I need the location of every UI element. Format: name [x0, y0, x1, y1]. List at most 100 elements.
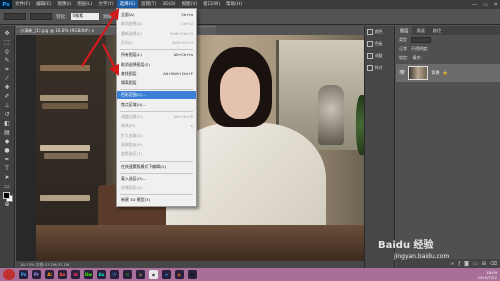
tool-preset-picker[interactable]	[4, 13, 26, 20]
move-tool-icon[interactable]: ✥	[2, 30, 13, 38]
select-menu-item[interactable]: 在快速蒙版模式下编辑(Q)	[117, 163, 196, 171]
taskbar-app-icon[interactable]: An	[58, 270, 67, 279]
menu-item-label: 重新选择(E)	[121, 30, 143, 36]
menu-item-label: 存储选区(V)...	[121, 185, 146, 191]
blend-mode-select[interactable]: 正常	[399, 46, 407, 52]
menu-10[interactable]: 帮助(H)	[223, 0, 245, 9]
taskbar-app-icon[interactable]: Q	[188, 270, 197, 279]
menu-separator	[120, 89, 193, 91]
tab-2[interactable]: 路径	[429, 26, 445, 35]
layers-panel: 图层通道路径 类型 正常 不透明度: 锁定: 填充: 👁 背景 🔒 ∞ ƒ	[396, 26, 500, 268]
taskbar-app-icon[interactable]: ◎	[136, 270, 145, 279]
layers-panel-footer: ∞ ƒ ◙ ▭ ⊞ ⌫	[396, 259, 500, 268]
panel-shortcut[interactable]: 样式	[365, 62, 394, 74]
marquee-tool-icon[interactable]: ⬚	[2, 39, 13, 47]
menu-0[interactable]: 文件(F)	[12, 0, 33, 9]
photo-canvas[interactable]	[36, 35, 364, 261]
panel-icon	[367, 65, 373, 71]
pen-tool-icon[interactable]: ✒	[2, 156, 13, 164]
quick-select-tool-icon[interactable]: ✎	[2, 57, 13, 65]
tab-1[interactable]: 通道	[412, 26, 428, 35]
menu-item-label: 取消选择图层(S)	[121, 61, 150, 67]
baidu-jingyan-logo: Baidu 经验	[378, 240, 434, 251]
oil-lamp	[318, 85, 344, 145]
brush-tool-icon[interactable]: ✐	[2, 93, 13, 101]
feather-input[interactable]: 0像素	[70, 13, 99, 20]
eraser-tool-icon[interactable]: ◧	[2, 120, 13, 128]
menu-separator	[120, 49, 193, 51]
select-menu-item[interactable]: 所有图层(L) Alt+Ctrl+A	[117, 51, 196, 59]
type-tool-icon[interactable]: T	[2, 165, 13, 173]
select-menu-item[interactable]: 全部(A) Ctrl+A	[117, 11, 196, 19]
taskbar-app-icon[interactable]: W	[110, 270, 119, 279]
menu-item-label: 新建 3D 模型(3)	[121, 197, 151, 203]
photoshop-window: Ps 文件(F) 编辑(E) 图像(I) 图层(L) 文字(Y) 选择(S) 滤镜(T) 3D…	[0, 0, 500, 281]
select-menu-item[interactable]: 新建 3D 模型(3)	[117, 196, 196, 204]
menu-2[interactable]: 图像(I)	[54, 0, 74, 9]
kind-select[interactable]	[411, 36, 431, 43]
photoshop-logo[interactable]: Ps	[0, 0, 12, 9]
taskbar-app-icon[interactable]: Pr	[32, 270, 41, 279]
book	[44, 153, 88, 159]
zoom-tool-icon[interactable]: ⊕	[2, 201, 13, 209]
menu-9[interactable]: 窗口(W)	[200, 0, 223, 9]
feather-label: 羽化:	[56, 14, 67, 20]
minimize-button[interactable]: —	[472, 2, 477, 8]
book	[40, 195, 90, 201]
healing-tool-icon[interactable]: ✚	[2, 84, 13, 92]
new-layer-icon[interactable]: ⊞	[482, 261, 486, 267]
menu-3[interactable]: 图层(L)	[74, 0, 95, 9]
taskbar-app-icon[interactable]: Dw	[84, 270, 93, 279]
menu-separator	[120, 172, 193, 174]
taskbar-app-icon[interactable]: e	[162, 270, 171, 279]
history-brush-tool-icon[interactable]: ↺	[2, 111, 13, 119]
panel-shortcut[interactable]: 颜色	[365, 26, 394, 38]
select-menu-item[interactable]: 色彩范围(C)...	[117, 91, 196, 100]
select-menu-item[interactable]: 焦点区域(U)...	[117, 101, 196, 109]
select-menu-item: 取消选择(D) Ctrl+D	[117, 20, 196, 28]
menu-1[interactable]: 编辑(E)	[33, 0, 54, 9]
eye-icon[interactable]: 👁	[399, 70, 405, 76]
maximize-button[interactable]: ▭	[483, 2, 488, 8]
panel-shortcut[interactable]: 调整	[365, 50, 394, 62]
dodge-tool-icon[interactable]: ●	[2, 147, 13, 155]
eyedropper-tool-icon[interactable]: ⁄	[2, 75, 13, 83]
lasso-tool-icon[interactable]: ϙ	[2, 48, 13, 56]
close-button[interactable]: ✕	[494, 2, 498, 8]
taskbar-app-icon[interactable]: ◐	[175, 270, 184, 279]
panel-shortcut[interactable]: 色板	[365, 38, 394, 50]
taskbar-app-icon[interactable]: Ai	[45, 270, 54, 279]
layer-row-background[interactable]: 👁 背景 🔒	[396, 64, 500, 82]
tab-0[interactable]: 图层	[396, 26, 413, 35]
taskbar-app-icon[interactable]: Ps	[19, 270, 28, 279]
girl-face	[220, 67, 260, 119]
gradient-tool-icon[interactable]: ▤	[2, 129, 13, 137]
folder-icon[interactable]: ▭	[473, 261, 478, 267]
blur-tool-icon[interactable]: ◆	[2, 138, 13, 146]
panel-icon	[367, 41, 373, 47]
select-menu-item[interactable]: 取消选择图层(S)	[117, 61, 196, 69]
select-menu-item[interactable]: 载入选区(O)...	[117, 175, 196, 183]
fx-icon[interactable]: ƒ	[458, 261, 460, 267]
taskbar-app-icon[interactable]: Id	[71, 270, 80, 279]
taskbar-app-icon[interactable]: ✉	[123, 270, 132, 279]
select-menu-item[interactable]: 隔离图层	[117, 79, 196, 87]
shape-tool-icon[interactable]: ▭	[2, 183, 13, 191]
mask-icon[interactable]: ◙	[464, 261, 469, 267]
selection-mode-buttons[interactable]	[30, 13, 52, 20]
taskbar-app-icon[interactable]: Au	[97, 270, 106, 279]
select-menu-item[interactable]: 查找图层 Alt+Shift+Ctrl+F	[117, 70, 196, 78]
crop-tool-icon[interactable]: ⌗	[2, 66, 13, 74]
layer-filter-row: 类型	[396, 35, 500, 44]
potted-plant	[356, 95, 364, 155]
panel-icon	[367, 53, 373, 59]
foreground-color-swatch[interactable]	[3, 192, 10, 199]
menu-4[interactable]: 文字(Y)	[95, 0, 116, 9]
path-select-tool-icon[interactable]: ➤	[2, 174, 13, 182]
system-clock[interactable]: 18:09 2019/7/22	[478, 268, 497, 281]
trash-icon[interactable]: ⌫	[490, 261, 497, 267]
stamp-tool-icon[interactable]: ⊥	[2, 102, 13, 110]
taskbar-app-icon[interactable]: ◉	[149, 270, 158, 279]
start-button[interactable]	[3, 269, 15, 280]
link-icon[interactable]: ∞	[450, 261, 454, 267]
